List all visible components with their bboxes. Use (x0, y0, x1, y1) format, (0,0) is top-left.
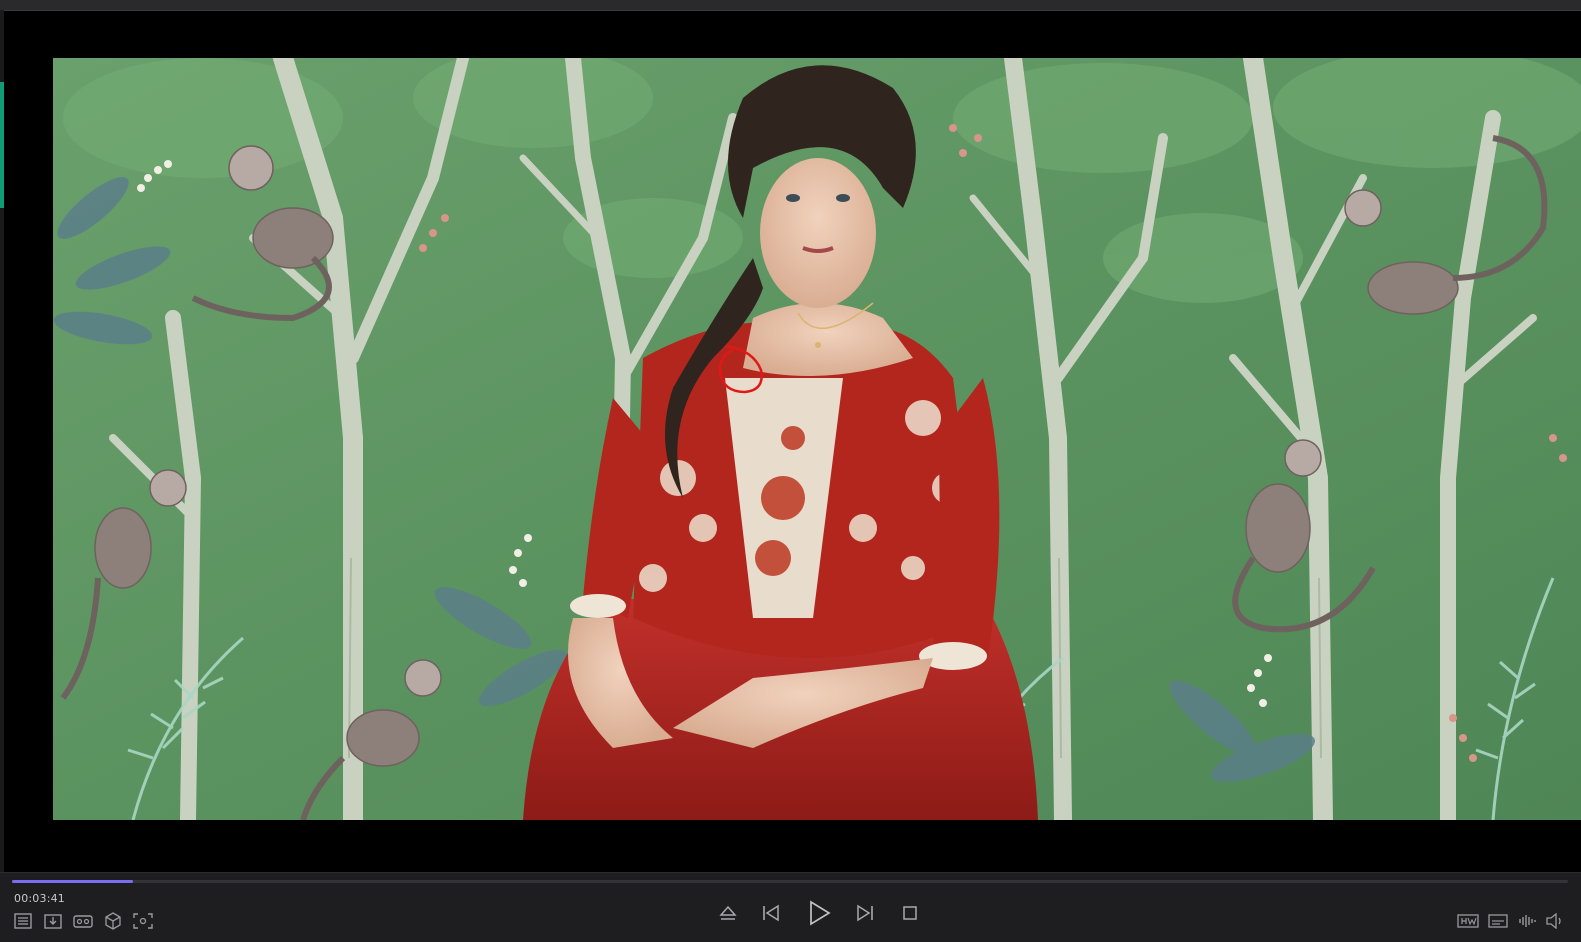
eject-button[interactable] (716, 901, 740, 925)
eject-icon (719, 905, 737, 920)
play-icon (810, 900, 831, 926)
next-button[interactable] (852, 901, 878, 925)
audio-track-button[interactable] (1516, 911, 1540, 931)
hw-acceleration-icon (1457, 914, 1479, 928)
playlist-icon (14, 913, 32, 929)
player-control-bar: 00:03:41 (0, 872, 1581, 942)
playlist-button[interactable] (12, 911, 34, 931)
3d-mode-button[interactable] (102, 911, 124, 931)
stop-icon (903, 906, 917, 920)
seek-progress (12, 880, 133, 883)
screenshot-button[interactable] (132, 911, 154, 931)
vr-view-button[interactable] (72, 911, 94, 931)
download-button[interactable] (42, 911, 64, 931)
hw-acceleration-button[interactable] (1456, 911, 1480, 931)
video-frame[interactable] (53, 58, 1581, 820)
side-panel-tab[interactable] (0, 82, 4, 208)
video-still-image (53, 58, 1581, 820)
play-button[interactable] (804, 898, 834, 928)
vr-view-icon (73, 915, 93, 928)
download-icon (44, 914, 62, 929)
skip-next-icon (857, 904, 873, 922)
3d-cube-icon (105, 912, 121, 930)
skip-previous-icon (763, 904, 779, 922)
screenshot-icon (133, 913, 153, 929)
media-player-window: 00:03:41 (0, 0, 1581, 942)
volume-icon (1546, 913, 1561, 929)
title-bar[interactable] (0, 0, 1581, 11)
seek-bar[interactable] (12, 880, 1568, 883)
subtitles-icon (1488, 914, 1508, 928)
volume-button[interactable] (1543, 911, 1567, 931)
subtitles-button[interactable] (1486, 911, 1510, 931)
stop-button[interactable] (898, 901, 922, 925)
current-time: 00:03:41 (14, 892, 66, 905)
audio-waveform-icon (1519, 915, 1536, 927)
previous-button[interactable] (758, 901, 784, 925)
